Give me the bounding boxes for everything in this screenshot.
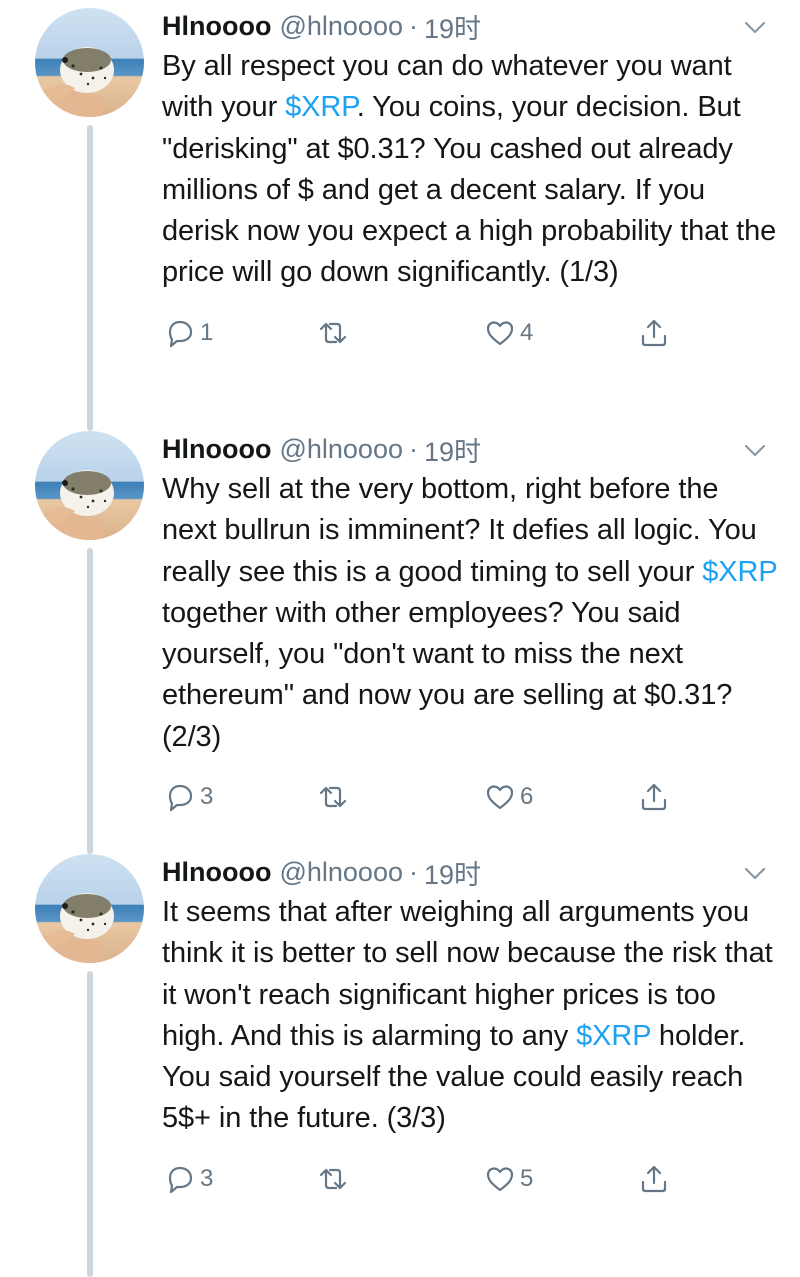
user-handle[interactable]: @hlnoooo (279, 434, 403, 465)
avatar[interactable] (35, 854, 144, 963)
retweet-button[interactable] (317, 1162, 353, 1196)
timestamp[interactable]: 19时 (424, 853, 481, 892)
reply-button[interactable]: 3 (164, 1162, 213, 1196)
like-button[interactable]: 4 (484, 316, 533, 350)
tweet-actions: 3 5 (162, 1152, 778, 1208)
tweet[interactable]: Hlnoooo @hlnoooo · 19时 By all respect yo… (0, 0, 800, 431)
reply-icon (168, 784, 193, 812)
chevron-down-icon[interactable] (742, 14, 768, 40)
share-icon (641, 783, 667, 811)
reply-count: 3 (200, 783, 214, 811)
thread-connector (87, 548, 93, 854)
timestamp[interactable]: 19时 (424, 430, 481, 469)
tweet-text: It seems that after weighing all argumen… (162, 890, 778, 1140)
tweet-header: Hlnoooo @hlnoooo · 19时 (162, 8, 778, 44)
user-handle[interactable]: @hlnoooo (279, 857, 403, 888)
retweet-icon (319, 322, 347, 343)
avatar[interactable] (35, 431, 144, 540)
tweet-text-segment: together with other employees? You said … (162, 596, 733, 753)
meta-separator: · (408, 856, 418, 887)
share-button[interactable] (638, 1162, 670, 1196)
heart-icon (486, 321, 514, 345)
retweet-button[interactable] (317, 780, 353, 814)
display-name[interactable]: Hlnoooo (162, 434, 271, 465)
display-name[interactable]: Hlnoooo (162, 11, 271, 42)
chevron-down-icon[interactable] (742, 860, 768, 886)
reply-icon (168, 320, 193, 347)
pufferfish-avatar-icon (35, 470, 114, 540)
reply-button[interactable]: 1 (164, 316, 213, 350)
tweet[interactable]: Hlnoooo @hlnoooo · 19时 It seems that aft… (0, 846, 800, 1277)
cashtag-link[interactable]: $XRP (285, 91, 357, 123)
cashtag-link[interactable]: $XRP (702, 556, 777, 588)
pufferfish-avatar-icon (35, 893, 114, 963)
share-icon (641, 1165, 667, 1192)
heart-icon (486, 785, 514, 810)
pufferfish-avatar-icon (35, 47, 114, 117)
reply-count: 1 (200, 318, 214, 346)
tweet[interactable]: Hlnoooo @hlnoooo · 19时 Why sell at the v… (0, 423, 800, 854)
retweet-icon (319, 786, 347, 808)
share-button[interactable] (638, 316, 670, 350)
reply-count: 3 (200, 1164, 214, 1192)
tweet-header: Hlnoooo @hlnoooo · 19时 (162, 431, 778, 467)
tweet-actions: 1 4 (162, 306, 778, 362)
retweet-button[interactable] (317, 316, 353, 350)
like-count: 4 (520, 318, 534, 346)
chevron-down-icon[interactable] (742, 437, 768, 463)
share-button[interactable] (638, 780, 670, 814)
meta-separator: · (408, 10, 418, 41)
thread-connector (87, 971, 93, 1277)
tweet-body: Hlnoooo @hlnoooo · 19时 Why sell at the v… (162, 431, 778, 826)
user-handle[interactable]: @hlnoooo (279, 11, 403, 42)
like-button[interactable]: 5 (484, 1162, 533, 1196)
reply-icon (168, 1166, 193, 1193)
tweet-text-segment: Why sell at the very bottom, right befor… (162, 473, 757, 588)
tweet-thread: Hlnoooo @hlnoooo · 19时 By all respect yo… (0, 0, 800, 1277)
thread-connector (87, 125, 93, 431)
retweet-icon (319, 1168, 347, 1189)
cashtag-link[interactable]: $XRP (576, 1020, 651, 1052)
heart-icon (486, 1167, 514, 1191)
reply-button[interactable]: 3 (164, 780, 213, 814)
tweet-body: Hlnoooo @hlnoooo · 19时 It seems that aft… (162, 854, 778, 1208)
tweet-actions: 3 6 (162, 770, 778, 826)
like-count: 5 (520, 1164, 534, 1192)
tweet-body: Hlnoooo @hlnoooo · 19时 By all respect yo… (162, 8, 778, 362)
avatar[interactable] (35, 8, 144, 117)
like-count: 6 (520, 783, 534, 811)
share-icon (641, 319, 667, 346)
like-button[interactable]: 6 (484, 780, 533, 814)
tweet-header: Hlnoooo @hlnoooo · 19时 (162, 854, 778, 890)
tweet-text: By all respect you can do whatever you w… (162, 44, 778, 294)
tweet-text: Why sell at the very bottom, right befor… (162, 467, 778, 758)
display-name[interactable]: Hlnoooo (162, 857, 271, 888)
timestamp[interactable]: 19时 (424, 7, 481, 46)
meta-separator: · (408, 433, 418, 464)
